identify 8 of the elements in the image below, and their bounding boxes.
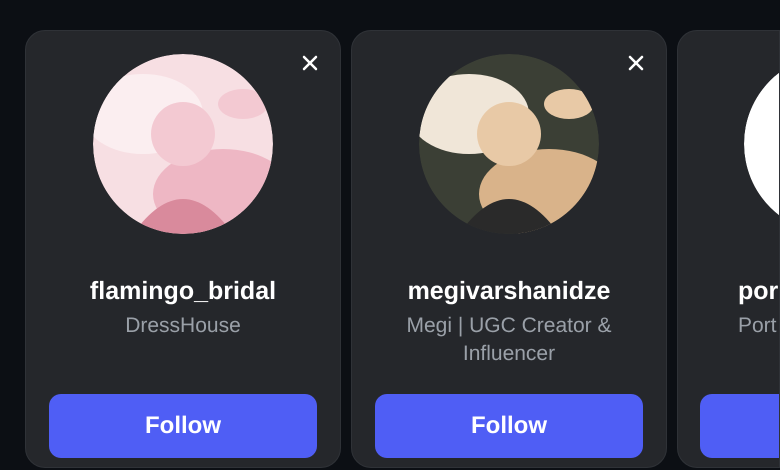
username: por	[738, 276, 778, 306]
subtitle: Megi | UGC Creator & Influencer	[405, 313, 612, 367]
follow-button[interactable]: Follow	[49, 394, 317, 458]
follow-button[interactable]: Follow	[375, 394, 643, 458]
subtitle: DressHouse	[125, 313, 241, 339]
subtitle: Port	[738, 313, 777, 339]
username: megivarshanidze	[408, 276, 610, 306]
username: flamingo_bridal	[90, 276, 276, 306]
